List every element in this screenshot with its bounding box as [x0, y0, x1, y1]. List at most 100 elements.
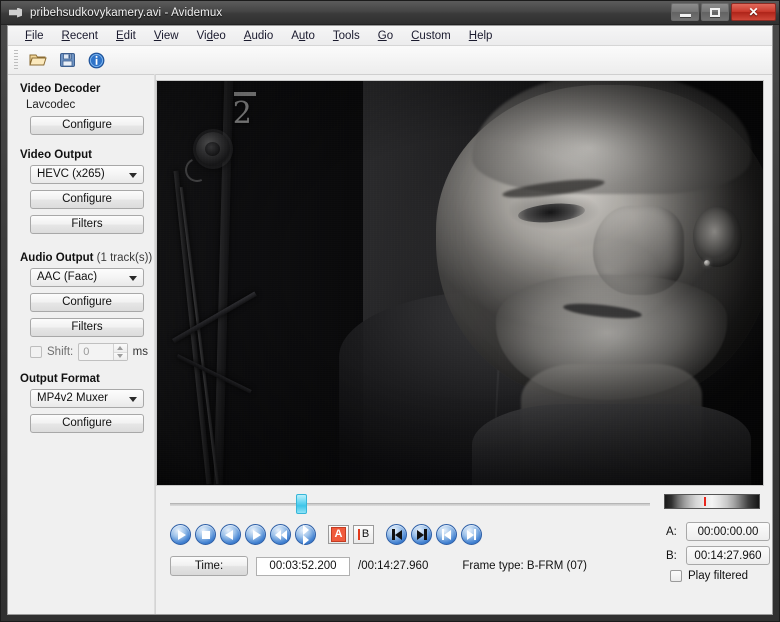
goto-start-button[interactable]	[436, 524, 457, 545]
maximize-button[interactable]	[701, 3, 729, 21]
current-time-input[interactable]: 00:03:52.200	[256, 556, 350, 576]
goto-marker-b-button[interactable]	[411, 524, 432, 545]
video-output-configure-button[interactable]: Configure	[30, 190, 144, 209]
marker-a-label: A	[330, 527, 347, 542]
content-area: 2 A B Time: 00:03:52.200 /00:14:27.960 F…	[156, 74, 772, 614]
close-button[interactable]: ✕	[731, 3, 776, 21]
chevron-down-icon	[129, 397, 137, 402]
menu-help[interactable]: Help	[460, 28, 502, 44]
video-frame[interactable]: 2	[156, 80, 764, 486]
toolbar-grip[interactable]	[14, 50, 18, 70]
chevron-down-icon	[129, 173, 137, 178]
menu-edit[interactable]: Edit	[107, 28, 145, 44]
stepper-down-button[interactable]	[113, 352, 127, 360]
triangle-down-icon	[117, 354, 124, 359]
client-area: File Recent Edit View Video Audio Auto T…	[7, 25, 773, 615]
forward-button[interactable]	[295, 524, 316, 545]
seek-bar[interactable]	[170, 494, 650, 514]
bar-right-icon	[416, 529, 427, 540]
marker-b-label: B	[361, 528, 370, 540]
save-file-icon	[59, 53, 75, 67]
window-title: pribehsudkovykamery.avi - Avidemux	[30, 6, 223, 19]
play-button[interactable]	[170, 524, 191, 545]
save-file-button[interactable]	[54, 47, 80, 73]
minimize-icon	[679, 14, 691, 17]
total-time-label: /00:14:27.960	[358, 560, 429, 572]
output-format-configure-button[interactable]: Configure	[30, 414, 144, 433]
video-decoder-configure-button[interactable]: Configure	[30, 116, 144, 135]
double-arrow-right-icon	[302, 524, 309, 545]
info-button[interactable]	[83, 47, 109, 73]
menu-go[interactable]: Go	[369, 28, 402, 44]
menu-video[interactable]: Video	[188, 28, 235, 44]
next-frame-button[interactable]	[245, 524, 266, 545]
stop-icon	[201, 530, 210, 539]
time-status-row: Time: 00:03:52.200 /00:14:27.960 Frame t…	[170, 556, 587, 576]
video-decoder-name: Lavcodec	[26, 99, 76, 111]
chevron-down-icon	[129, 276, 137, 281]
menu-recent[interactable]: Recent	[53, 28, 107, 44]
channel-logo: 2	[232, 92, 256, 132]
video-output-title: Video Output	[20, 149, 92, 161]
arrow-left-icon	[225, 529, 233, 540]
menu-custom[interactable]: Custom	[402, 28, 460, 44]
marker-b-value[interactable]: 00:14:27.960	[686, 546, 770, 565]
goto-marker-a-button[interactable]	[386, 524, 407, 545]
play-filtered-checkbox[interactable]	[670, 570, 682, 582]
seek-track[interactable]	[170, 503, 650, 506]
output-format-select[interactable]: MP4v2 Muxer	[30, 389, 144, 408]
previous-frame-button[interactable]	[220, 524, 241, 545]
avidemux-window: pribehsudkovykamery.avi - Avidemux ✕ Fil…	[0, 0, 780, 622]
goto-end-button[interactable]	[461, 524, 482, 545]
output-format-value: MP4v2 Muxer	[37, 392, 108, 404]
seek-handle[interactable]	[296, 494, 307, 514]
skip-end-icon	[467, 529, 476, 540]
arrow-right-icon	[253, 529, 261, 540]
video-output-codec-select[interactable]: HEVC (x265)	[30, 165, 144, 184]
audio-shift-row: Shift: 0 ms	[30, 343, 148, 361]
menu-tools[interactable]: Tools	[324, 28, 369, 44]
video-output-filters-button[interactable]: Filters	[30, 215, 144, 234]
video-output-codec-value: HEVC (x265)	[37, 168, 105, 180]
window-controls: ✕	[671, 3, 776, 21]
menu-file[interactable]: File	[16, 28, 53, 44]
audio-output-codec-select[interactable]: AAC (Faac)	[30, 268, 144, 287]
transport-controls: A B	[170, 524, 482, 545]
set-marker-a-button[interactable]: A	[328, 525, 349, 544]
audio-level-meter	[664, 494, 760, 509]
frame-type-value: B-FRM (07)	[526, 560, 587, 572]
title-bar[interactable]: pribehsudkovykamery.avi - Avidemux ✕	[1, 1, 779, 25]
close-icon: ✕	[748, 5, 759, 19]
minimize-button[interactable]	[671, 3, 699, 21]
audio-shift-checkbox[interactable]	[30, 346, 42, 358]
play-filtered-label: Play filtered	[688, 570, 749, 582]
rewind-button[interactable]	[270, 524, 291, 545]
settings-sidebar: Video Decoder Lavcodec Configure Video O…	[8, 74, 156, 614]
audio-output-filters-button[interactable]: Filters	[30, 318, 144, 337]
set-marker-b-button[interactable]: B	[353, 525, 374, 544]
triangle-up-icon	[117, 345, 124, 350]
audio-output-configure-button[interactable]: Configure	[30, 293, 144, 312]
info-icon	[88, 52, 104, 68]
audio-shift-stepper-buttons[interactable]	[112, 344, 127, 360]
double-arrow-left-icon	[274, 529, 287, 540]
menu-bar: File Recent Edit View Video Audio Auto T…	[8, 26, 772, 46]
menu-view[interactable]: View	[145, 28, 188, 44]
stepper-up-button[interactable]	[113, 344, 127, 353]
stop-button[interactable]	[195, 524, 216, 545]
marker-a-row: A: 00:00:00.00	[666, 522, 770, 541]
audio-output-title: Audio Output (1 track(s))	[20, 252, 152, 264]
audio-output-title-text: Audio Output	[20, 252, 94, 264]
audio-shift-label: Shift:	[47, 346, 74, 358]
menu-audio[interactable]: Audio	[235, 28, 282, 44]
main-area: Video Decoder Lavcodec Configure Video O…	[8, 74, 772, 614]
audio-shift-unit: ms	[132, 346, 148, 358]
marker-b-row: B: 00:14:27.960	[666, 546, 770, 565]
open-file-button[interactable]	[25, 47, 51, 73]
audio-track-count: (1 track(s))	[96, 252, 153, 264]
marker-a-value[interactable]: 00:00:00.00	[686, 522, 770, 541]
audio-shift-stepper[interactable]: 0	[78, 343, 128, 361]
time-button[interactable]: Time:	[170, 556, 248, 576]
frame-type-label: Frame type:	[462, 560, 524, 572]
menu-auto[interactable]: Auto	[282, 28, 324, 44]
